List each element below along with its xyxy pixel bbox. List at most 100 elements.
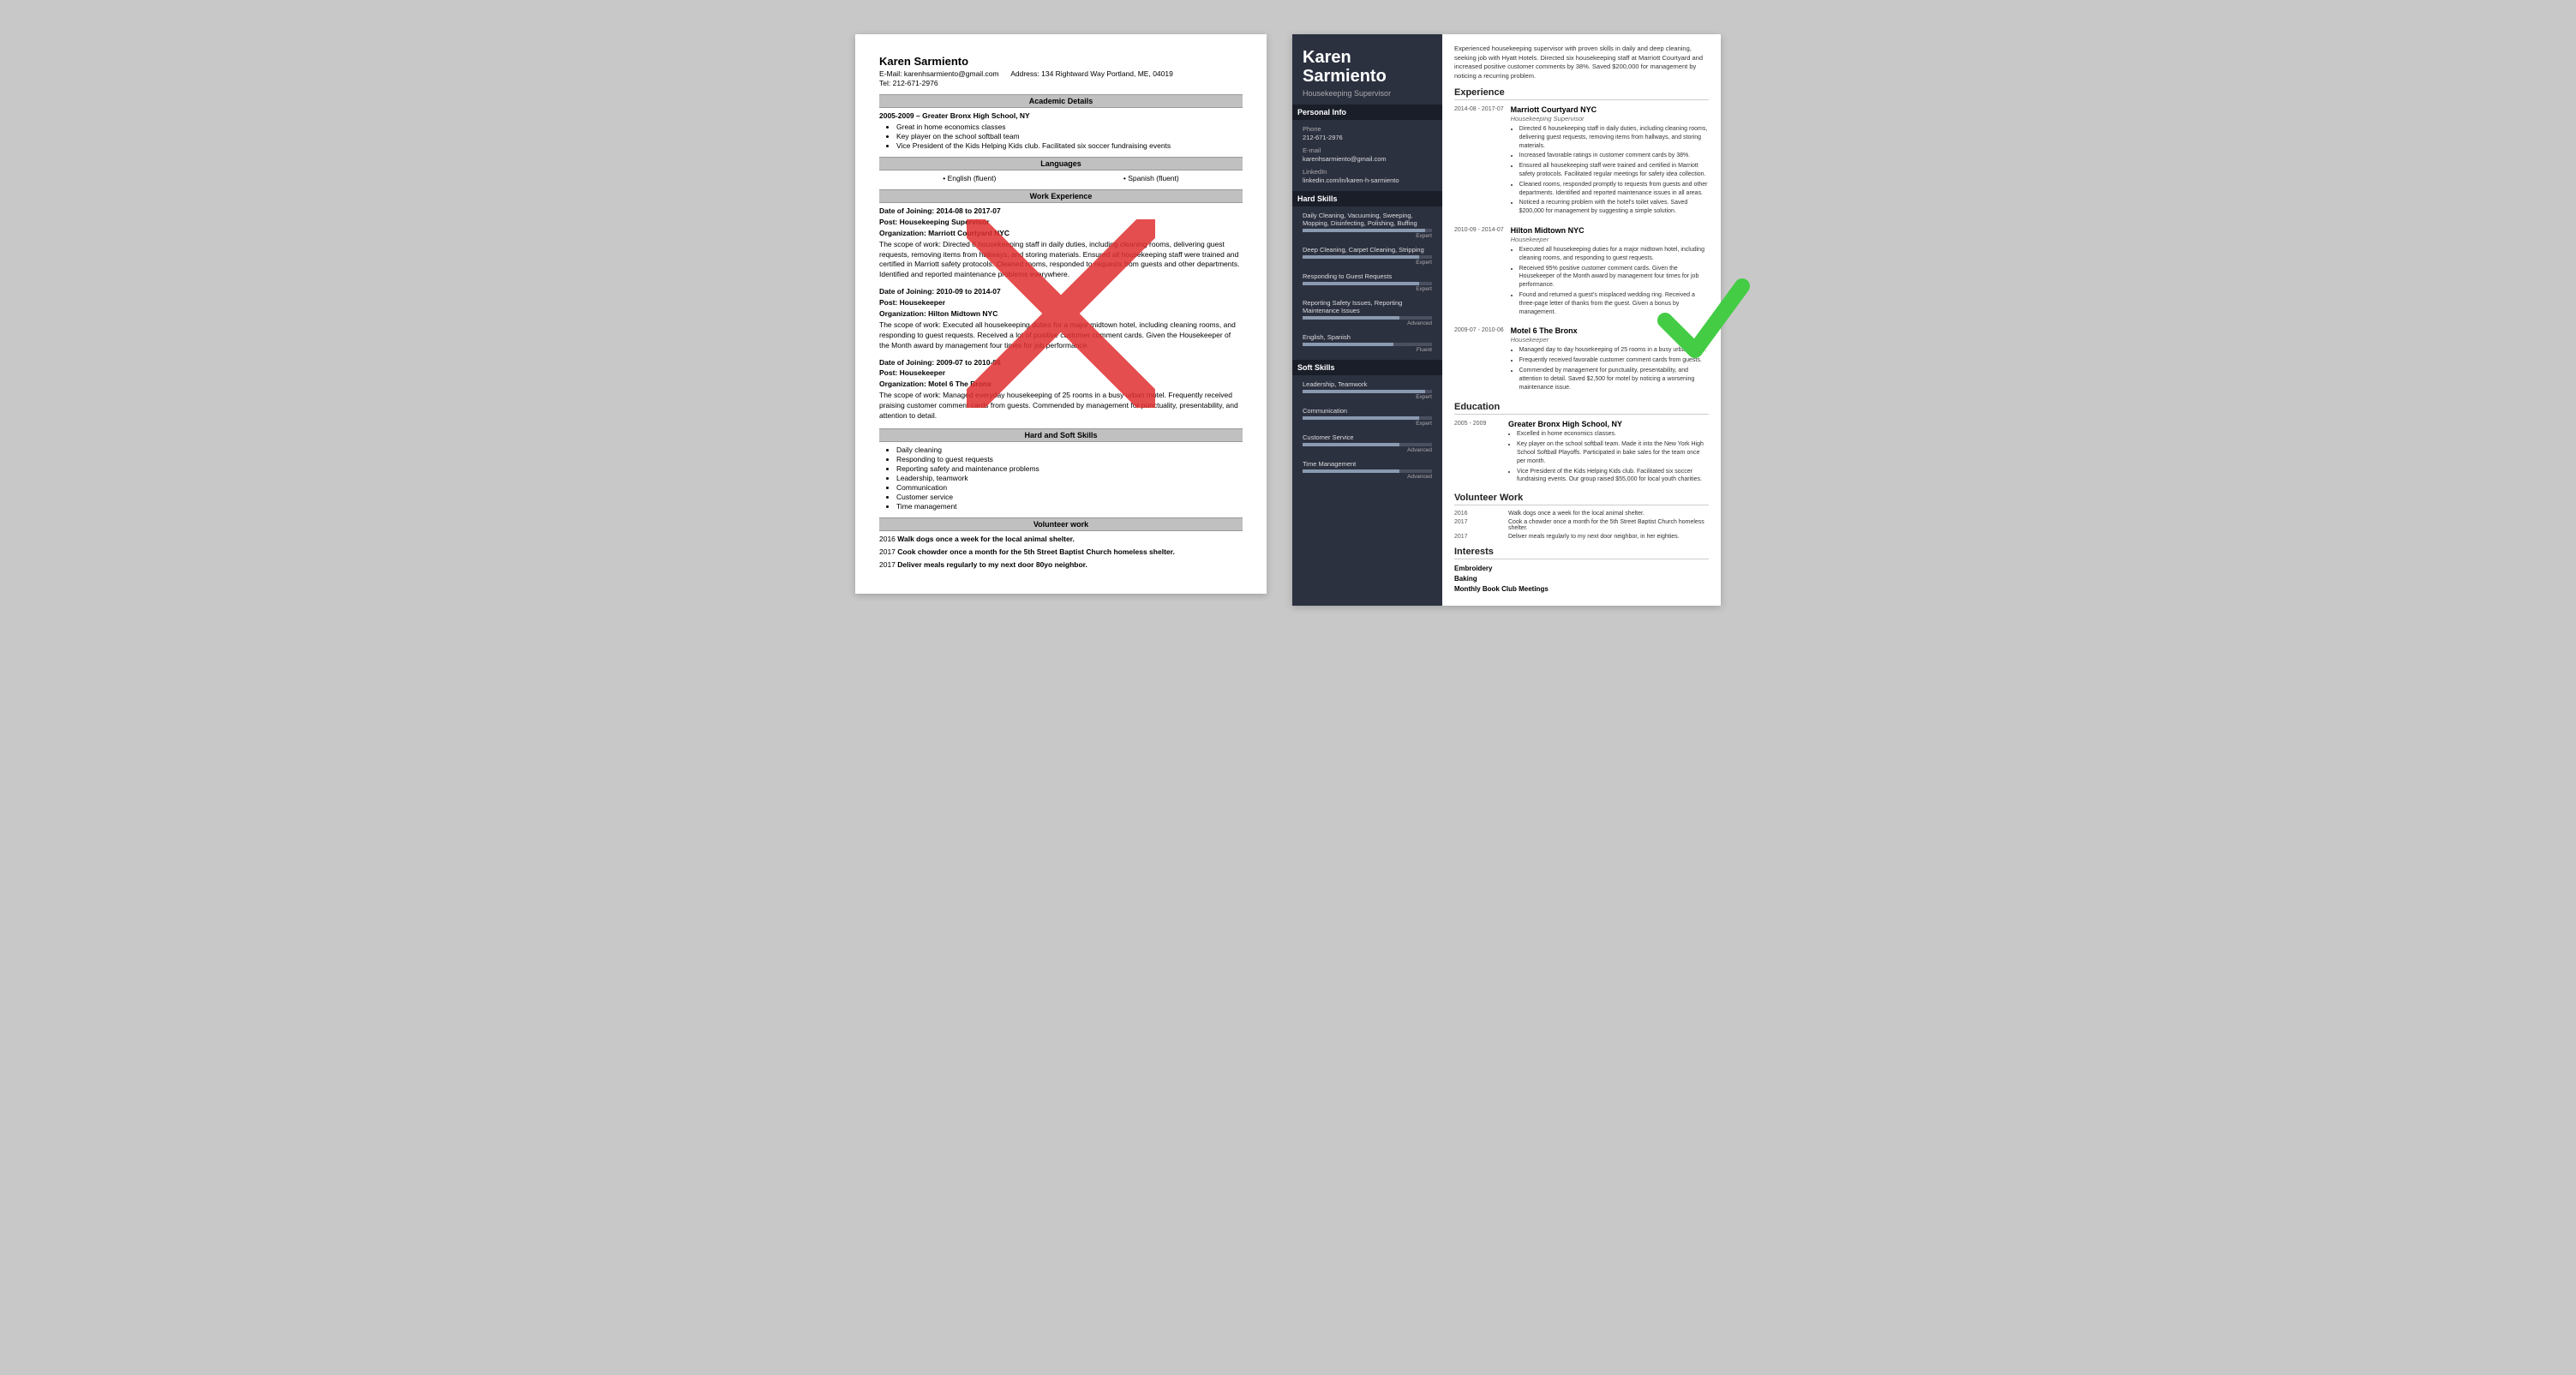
list-item: Communication [896,483,1243,492]
email-label: E-mail [1303,146,1432,154]
list-item: Daily cleaning [896,445,1243,454]
hard-skill-2: Deep Cleaning, Carpet Cleaning, Strippin… [1303,246,1432,266]
linkedin-value: linkedin.com/in/karen-h-sarmiento [1303,176,1432,184]
hard-skill-1: Daily Cleaning, Vacuuming, Sweeping, Mop… [1303,212,1432,239]
vol-entry-3: 2017 Deliver meals regularly to my next … [1454,534,1709,540]
interests-section: Embroidery Baking Monthly Book Club Meet… [1454,565,1709,593]
list-item: Responding to guest requests [896,455,1243,463]
interest-1: Embroidery [1454,565,1709,572]
left-tel-line: Tel: 212-671-2976 [879,79,1243,87]
phone-label: Phone [1303,125,1432,133]
list-item: Key player on the school softball team [896,132,1243,140]
volunteer-header: Volunteer work [879,517,1243,531]
hard-skill-3: Responding to Guest Requests Expert [1303,272,1432,292]
academic-school: 2005-2009 – Greater Bronx High School, N… [879,111,1243,120]
academic-bullets: Great in home economics classes Key play… [896,123,1243,150]
vol-year-1: 2016 [1454,511,1501,517]
lang1: • English (fluent) [943,174,996,182]
soft-skill-3: Customer Service Advanced [1303,433,1432,453]
skill-level: Expert [1303,260,1432,266]
resume-sidebar: Karen Sarmiento Housekeeping Supervisor … [1292,34,1442,606]
work-header: Work Experience [879,189,1243,203]
exp-dates-1: 2014-08 - 2017-07 [1454,105,1504,218]
exp-entry-1: 2014-08 - 2017-07 Marriott Courtyard NYC… [1454,105,1709,218]
skill-level: Advanced [1303,447,1432,453]
left-name: Karen Sarmiento [879,55,1243,68]
summary: Experienced housekeeping supervisor with… [1454,45,1709,81]
list-item: Vice President of the Kids Helping Kids … [1517,468,1709,485]
edu-dates: 2005 - 2009 [1454,420,1501,486]
vol-entry-2: 2017 Cook a chowder once a month for the… [1454,519,1709,531]
right-resume: Karen Sarmiento Housekeeping Supervisor … [1292,34,1721,606]
personal-info-section: Personal Info [1292,105,1442,120]
skill-level: Expert [1303,286,1432,292]
left-email-line: E-Mail: karenhsarmiento@gmail.com Addres… [879,69,1243,78]
first-name: Karen [1303,48,1432,67]
list-item: Reporting safety and maintenance problem… [896,464,1243,473]
skill-name: Leadership, Teamwork [1303,380,1432,388]
linkedin-label: LinkedIn [1303,168,1432,176]
skill-name: Responding to Guest Requests [1303,272,1432,280]
exp-role-2: Housekeeper [1511,236,1709,243]
skill-name: Communication [1303,407,1432,415]
vol-desc-2: Cook a chowder once a month for the 5th … [1508,519,1709,531]
phone-info: Phone 212-671-2976 [1303,125,1432,141]
list-item: Increased favorable ratings in customer … [1519,152,1709,160]
list-item: Cleaned rooms, responded promptly to req… [1519,181,1709,198]
list-item: Vice President of the Kids Helping Kids … [896,141,1243,150]
email-info: E-mail karenhsarmiento@gmail.com [1303,146,1432,163]
email-value: karenhsarmiento@gmail.com [904,69,999,78]
soft-skill-2: Communication Expert [1303,407,1432,427]
skills-header: Hard and Soft Skills [879,428,1243,442]
volunteer-entry-3: 2017 Deliver meals regularly to my next … [879,560,1243,571]
academic-header: Academic Details [879,94,1243,108]
linkedin-info: LinkedIn linkedin.com/in/karen-h-sarmien… [1303,168,1432,184]
vol-year-3: 2017 [1454,534,1501,540]
exp-dates-3: 2009-07 - 2010-06 [1454,326,1504,393]
hard-skill-5: English, Spanish Fluent [1303,333,1432,353]
left-resume: Karen Sarmiento E-Mail: karenhsarmiento@… [855,34,1267,594]
list-item: Executed all housekeeping duties for a m… [1519,246,1709,263]
list-item: Time management [896,502,1243,511]
interests-header: Interests [1454,547,1709,559]
list-item: Noticed a recurring problem with the hot… [1519,199,1709,216]
volunteer-header: Volunteer Work [1454,493,1709,505]
edu-entry-1: 2005 - 2009 Greater Bronx High School, N… [1454,420,1709,486]
skill-level: Advanced [1303,474,1432,480]
list-item: Excelled in home economics classes. [1517,430,1709,439]
experience-header: Experience [1454,87,1709,100]
list-item: Directed 6 housekeeping staff in daily d… [1519,125,1709,150]
volunteer-section: 2016 Walk dogs once a week for the local… [1454,511,1709,540]
skill-name: English, Spanish [1303,333,1432,341]
skill-level: Expert [1303,233,1432,239]
interest-3: Monthly Book Club Meetings [1454,585,1709,593]
hard-skills-section: Hard Skills [1292,191,1442,206]
sidebar-name-block: Karen Sarmiento Housekeeping Supervisor [1303,48,1432,98]
skill-name: Reporting Safety Issues, Reporting Maint… [1303,299,1432,314]
soft-skills-section: Soft Skills [1292,360,1442,375]
volunteer-entry-1: 2016 Walk dogs once a week for the local… [879,535,1243,545]
skill-level: Expert [1303,421,1432,427]
skill-name: Customer Service [1303,433,1432,441]
volunteer-entry-2: 2017 Cook chowder once a month for the 5… [879,547,1243,558]
date-label: Date of Joining: 2014-08 to 2017-07 [879,206,1001,215]
email-label: E-Mail: [879,69,902,78]
skills-list: Daily cleaning Responding to guest reque… [896,445,1243,511]
skill-name: Time Management [1303,460,1432,468]
tel-label: Tel: [879,79,890,87]
languages-header: Languages [879,157,1243,170]
list-item: Great in home economics classes [896,123,1243,131]
list-item: Ensured all housekeeping staff were trai… [1519,162,1709,179]
tel-value: 212-671-2976 [893,79,938,87]
red-x-icon [967,219,1155,408]
education-header: Education [1454,402,1709,415]
email-value: karenhsarmiento@gmail.com [1303,155,1432,163]
list-item: Customer service [896,493,1243,501]
soft-skill-1: Leadership, Teamwork Expert [1303,380,1432,400]
skill-level: Expert [1303,394,1432,400]
skill-level: Advanced [1303,320,1432,326]
interest-2: Baking [1454,575,1709,583]
hard-skill-4: Reporting Safety Issues, Reporting Maint… [1303,299,1432,326]
skill-name: Daily Cleaning, Vacuuming, Sweeping, Mop… [1303,212,1432,227]
exp-bullets-1: Directed 6 housekeeping staff in daily d… [1519,125,1709,216]
